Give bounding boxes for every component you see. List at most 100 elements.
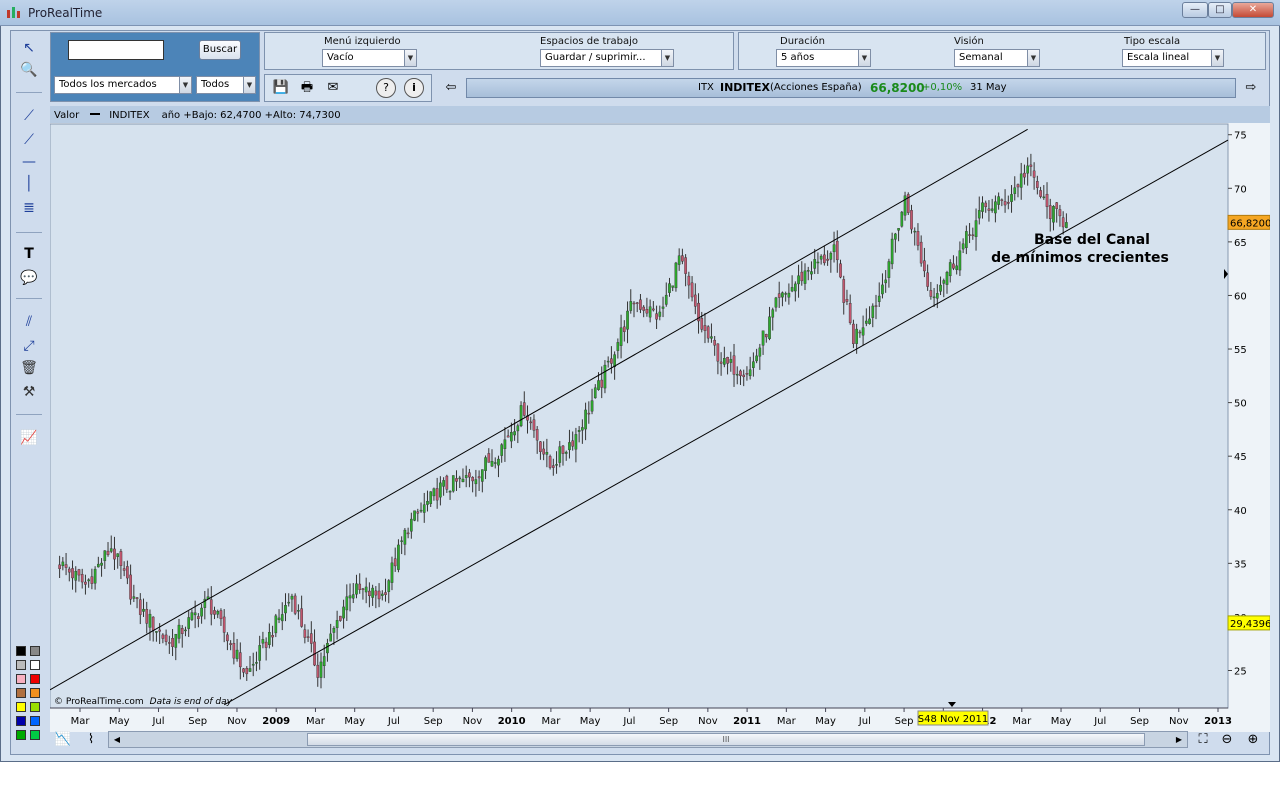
- print-icon[interactable]: 🖶: [296, 78, 318, 98]
- close-button[interactable]: ✕: [1232, 2, 1274, 18]
- chart-type-icon[interactable]: 📉: [52, 730, 74, 750]
- color-swatch-navy[interactable]: [16, 716, 26, 726]
- color-swatch-black[interactable]: [16, 646, 26, 656]
- forward-arrow-icon[interactable]: ⇨: [1240, 78, 1262, 98]
- candle-up: [322, 656, 326, 667]
- channel-tool-icon[interactable]: ⫽: [18, 312, 40, 332]
- fibonacci-icon[interactable]: ≣: [18, 198, 40, 218]
- candle-up: [890, 238, 894, 265]
- candle-down: [713, 339, 716, 346]
- price-chart[interactable]: Valor INDITEX año +Bajo: 62,4700 +Alto: 74…: [50, 106, 1270, 732]
- candle-up: [1052, 206, 1055, 223]
- zoom-fit-icon[interactable]: ⛶: [1192, 730, 1214, 750]
- candle-up: [990, 208, 994, 211]
- help-icon[interactable]: ?: [376, 78, 396, 98]
- menu-label: Menú izquierdo: [324, 36, 401, 47]
- horizontal-scrollbar[interactable]: ◀ III ▶: [108, 731, 1188, 748]
- instrument-price: 66,8200: [870, 81, 925, 95]
- candle-up: [100, 562, 103, 566]
- candle-down: [180, 628, 184, 634]
- candle-up: [397, 544, 400, 570]
- segment-tool-icon[interactable]: ⟋: [18, 106, 40, 126]
- comment-icon[interactable]: 💬: [18, 268, 40, 288]
- color-swatch-orange[interactable]: [30, 688, 40, 698]
- vision-select[interactable]: Semanal ▼: [954, 49, 1040, 67]
- color-swatch-emerald[interactable]: [30, 730, 40, 740]
- save-icon[interactable]: 💾: [270, 78, 292, 98]
- cursor-date-label: S48 Nov 2011: [918, 714, 988, 725]
- maximize-button[interactable]: □: [1208, 2, 1232, 18]
- candle-down: [445, 475, 449, 490]
- info-icon[interactable]: i: [404, 78, 424, 98]
- candle-up: [426, 501, 429, 505]
- scale-select[interactable]: Escala lineal ▼: [1122, 49, 1224, 67]
- color-swatch-gray[interactable]: [30, 646, 40, 656]
- minimize-button[interactable]: —: [1182, 2, 1208, 18]
- search-button[interactable]: Buscar: [199, 40, 241, 60]
- candle-up: [806, 270, 810, 272]
- candle-up: [816, 261, 820, 264]
- color-swatch-pink[interactable]: [16, 674, 26, 684]
- search-input[interactable]: [68, 40, 164, 60]
- candle-up: [997, 196, 1000, 205]
- vision-label: Visión: [954, 36, 984, 47]
- color-swatch-brown[interactable]: [16, 688, 26, 698]
- low-price-label: 29,4396: [1230, 619, 1270, 630]
- candle-down: [1023, 172, 1026, 178]
- horizontal-line-icon[interactable]: —: [18, 152, 40, 172]
- candle-up: [723, 358, 726, 365]
- pointer-icon[interactable]: ↖: [18, 38, 40, 58]
- type-select[interactable]: Todos ▼: [196, 76, 256, 94]
- zoom-icon[interactable]: 🔍: [18, 60, 40, 80]
- color-palette: [16, 646, 44, 750]
- candle-down: [1032, 170, 1036, 178]
- candle-down: [926, 272, 929, 287]
- magnet-toggle-icon[interactable]: ⌇: [80, 730, 102, 750]
- mail-icon[interactable]: ✉: [322, 78, 344, 98]
- color-swatch-yellow[interactable]: [16, 702, 26, 712]
- candle-up: [994, 201, 997, 214]
- tools-icon[interactable]: ⚒: [18, 382, 40, 402]
- menu-select[interactable]: Vacío ▼: [322, 49, 417, 67]
- candle-up: [109, 548, 113, 552]
- market-select[interactable]: Todos los mercados ▼: [54, 76, 192, 94]
- vertical-line-icon[interactable]: │: [18, 174, 40, 194]
- candle-up: [422, 504, 426, 513]
- candle-down: [639, 299, 642, 310]
- scroll-thumb[interactable]: III: [307, 733, 1145, 746]
- scroll-right-icon[interactable]: ▶: [1173, 733, 1185, 746]
- instrument-code: ITX: [698, 82, 714, 93]
- candle-down: [416, 511, 420, 514]
- candle-up: [887, 261, 891, 278]
- header-stats: año +Bajo: 62,4700 +Alto: 74,7300: [162, 110, 341, 121]
- color-swatch-blue[interactable]: [30, 716, 40, 726]
- trendline-tool-icon[interactable]: ⟋: [18, 130, 40, 150]
- y-tick-label: 60: [1234, 291, 1247, 302]
- y-tick-label: 25: [1234, 666, 1247, 677]
- back-arrow-icon[interactable]: ⇦: [440, 78, 462, 98]
- color-swatch-lightgray[interactable]: [16, 660, 26, 670]
- workspace-select[interactable]: Guardar / suprimir... ▼: [540, 49, 674, 67]
- magnet-icon[interactable]: ⤢: [18, 336, 40, 356]
- candle-up: [668, 283, 671, 293]
- candle-down: [632, 302, 636, 305]
- candle-up: [329, 633, 332, 642]
- duration-select[interactable]: 5 años ▼: [776, 49, 871, 67]
- zoom-out-icon[interactable]: ⊖: [1216, 730, 1238, 750]
- color-swatch-green[interactable]: [16, 730, 26, 740]
- color-swatch-lime[interactable]: [30, 702, 40, 712]
- candle-down: [739, 370, 742, 377]
- candle-down: [823, 254, 826, 264]
- zoom-in-icon[interactable]: ⊕: [1242, 730, 1264, 750]
- candle-up: [577, 430, 581, 432]
- candle-up: [261, 639, 265, 644]
- trash-icon[interactable]: 🗑: [18, 358, 40, 378]
- candle-down: [777, 293, 781, 298]
- candle-down: [910, 210, 913, 230]
- candle-up: [761, 330, 765, 346]
- color-swatch-white[interactable]: [30, 660, 40, 670]
- scroll-left-icon[interactable]: ◀: [111, 733, 123, 746]
- text-tool-icon[interactable]: T: [18, 244, 40, 264]
- color-swatch-red[interactable]: [30, 674, 40, 684]
- indicator-icon[interactable]: 📈: [18, 428, 40, 448]
